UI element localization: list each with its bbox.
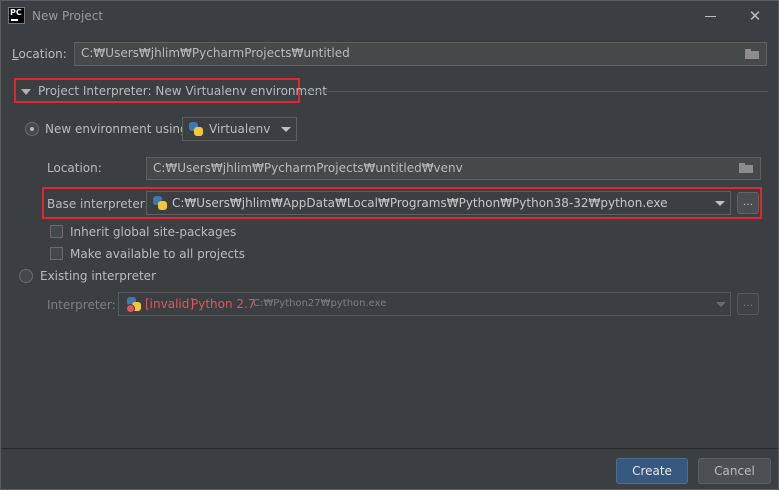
base-interpreter-value: C:₩Users₩jhlim₩AppData₩Local₩Programs₩Py… bbox=[172, 196, 668, 210]
location-input[interactable]: C:₩Users₩jhlim₩PycharmProjects₩untitled bbox=[74, 42, 767, 66]
new-environment-radio[interactable] bbox=[25, 122, 39, 136]
browse-base-interpreter-button[interactable]: ... bbox=[737, 192, 759, 214]
footer-divider bbox=[1, 448, 778, 449]
browse-folder-icon[interactable] bbox=[745, 49, 759, 59]
chevron-down-icon bbox=[281, 127, 291, 132]
title-bar: PC New Project ✕ bbox=[1, 1, 778, 31]
expand-triangle-icon[interactable] bbox=[21, 89, 31, 95]
existing-interpreter-path: C:₩Python27₩python.exe bbox=[253, 298, 387, 309]
virtualenv-icon bbox=[189, 122, 203, 136]
chevron-down-icon bbox=[715, 201, 725, 206]
existing-interpreter-name: Python 2.7 bbox=[191, 297, 256, 311]
minimize-button[interactable] bbox=[700, 5, 722, 27]
python-invalid-icon bbox=[126, 297, 141, 313]
section-divider bbox=[303, 91, 768, 92]
existing-interpreter-radio[interactable] bbox=[19, 269, 33, 283]
invalid-tag: [invalid] bbox=[145, 297, 195, 311]
browse-folder-icon[interactable] bbox=[739, 163, 753, 173]
window-title: New Project bbox=[32, 9, 104, 23]
close-button[interactable]: ✕ bbox=[744, 5, 766, 27]
venv-location-label: Location: bbox=[47, 161, 102, 175]
base-interpreter-label: Base interpreter: bbox=[47, 197, 149, 211]
interpreter-label: Interpreter: bbox=[47, 298, 116, 312]
existing-interpreter-label[interactable]: Existing interpreter bbox=[40, 269, 156, 283]
make-available-checkbox[interactable] bbox=[50, 247, 63, 260]
location-label: Location: bbox=[12, 47, 67, 61]
environment-tool-value: Virtualenv bbox=[209, 122, 271, 136]
chevron-down-icon bbox=[716, 302, 726, 307]
pycharm-logo-icon: PC bbox=[8, 7, 25, 24]
new-project-dialog: PC New Project ✕ Location: C:₩Users₩jhli… bbox=[0, 0, 779, 490]
cancel-button[interactable]: Cancel bbox=[698, 458, 771, 484]
interpreter-section-title[interactable]: Project Interpreter: New Virtualenv envi… bbox=[38, 84, 327, 98]
location-input-value: C:₩Users₩jhlim₩PycharmProjects₩untitled bbox=[81, 46, 350, 60]
venv-location-input[interactable]: C:₩Users₩jhlim₩PycharmProjects₩untitled₩… bbox=[146, 157, 761, 180]
make-available-label[interactable]: Make available to all projects bbox=[70, 247, 245, 261]
existing-interpreter-select[interactable]: [invalid] Python 2.7 C:₩Python27₩python.… bbox=[118, 292, 731, 316]
venv-location-value: C:₩Users₩jhlim₩PycharmProjects₩untitled₩… bbox=[153, 161, 463, 175]
inherit-packages-label[interactable]: Inherit global site-packages bbox=[70, 225, 236, 239]
python-icon bbox=[153, 196, 167, 210]
environment-tool-select[interactable]: Virtualenv bbox=[182, 117, 297, 141]
new-environment-label[interactable]: New environment using bbox=[45, 122, 188, 136]
browse-existing-interpreter-button[interactable]: ... bbox=[737, 293, 759, 315]
create-button[interactable]: Create bbox=[616, 458, 688, 484]
inherit-packages-checkbox[interactable] bbox=[50, 225, 63, 238]
base-interpreter-select[interactable]: C:₩Users₩jhlim₩AppData₩Local₩Programs₩Py… bbox=[146, 191, 731, 215]
